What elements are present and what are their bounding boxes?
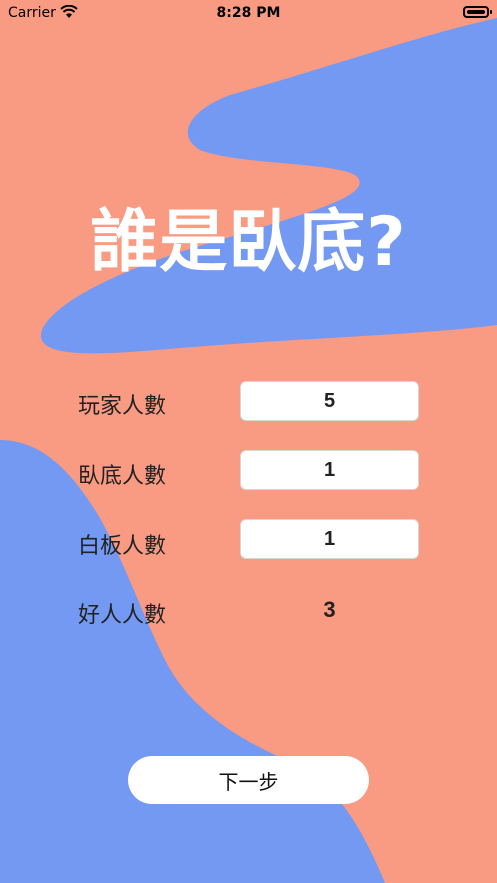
good-count: 3 bbox=[323, 597, 336, 622]
clock: 8:28 PM bbox=[216, 5, 281, 21]
players-label: 玩家人數 bbox=[78, 394, 167, 419]
next-button[interactable]: 下一步 bbox=[128, 756, 369, 804]
blank-field[interactable] bbox=[240, 519, 419, 559]
good-label: 好人人數 bbox=[78, 603, 167, 628]
undercover-label: 臥底人數 bbox=[78, 464, 167, 489]
blank-label: 白板人數 bbox=[78, 534, 167, 559]
status-bar: Carrier 8:28 PM bbox=[0, 0, 497, 26]
bottom-blue-blob bbox=[0, 440, 385, 883]
background-shapes bbox=[0, 18, 497, 883]
battery-icon bbox=[463, 6, 492, 18]
undercover-field[interactable] bbox=[240, 450, 419, 490]
page-title: 誰是臥底? bbox=[90, 203, 407, 282]
players-field[interactable] bbox=[240, 381, 419, 421]
